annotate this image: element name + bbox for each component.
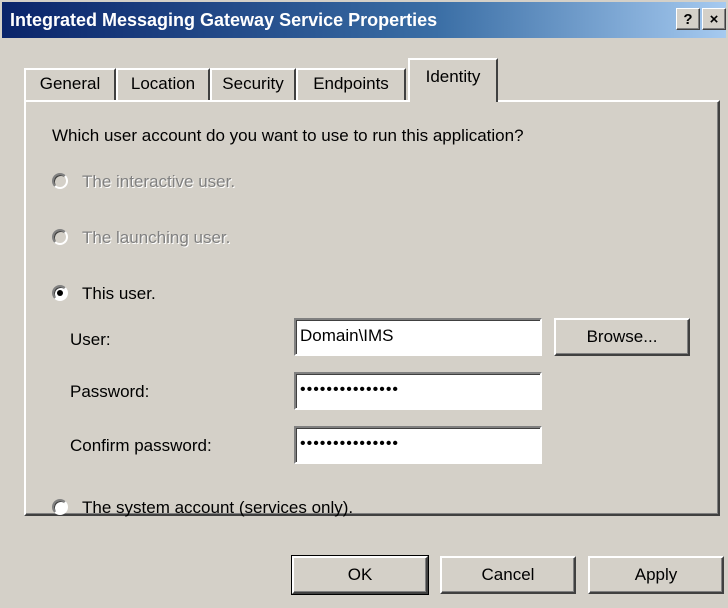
option-label: The launching user. <box>82 228 231 247</box>
apply-button[interactable]: Apply <box>588 556 724 594</box>
password-input[interactable]: ••••••••••••••• <box>294 372 542 410</box>
cancel-button[interactable]: Cancel <box>440 556 576 594</box>
browse-button[interactable]: Browse... <box>554 318 690 356</box>
properties-dialog: Integrated Messaging Gateway Service Pro… <box>0 0 728 608</box>
window-title: Integrated Messaging Gateway Service Pro… <box>10 10 438 30</box>
user-label: User: <box>70 330 111 349</box>
close-button[interactable]: × <box>702 8 726 30</box>
radio-button[interactable] <box>52 173 68 189</box>
radio-dot-icon <box>57 290 63 296</box>
tab-general[interactable]: General <box>24 68 116 100</box>
password-label: Password: <box>70 382 150 401</box>
account-question: Which user account do you want to use to… <box>52 126 524 145</box>
confirm-password-label: Confirm password: <box>70 436 212 455</box>
identity-panel: Which user account do you want to use to… <box>24 100 720 517</box>
tab-identity[interactable]: Identity <box>408 58 498 102</box>
confirm-password-input[interactable]: ••••••••••••••• <box>294 426 542 464</box>
radio-button[interactable] <box>52 229 68 245</box>
tab-location[interactable]: Location <box>116 68 210 100</box>
ok-button[interactable]: OK <box>291 555 429 595</box>
option-label: The interactive user. <box>82 172 236 191</box>
option-label: The system account (services only). <box>82 498 354 517</box>
tab-security[interactable]: Security <box>210 68 296 100</box>
title-bar[interactable]: Integrated Messaging Gateway Service Pro… <box>2 2 726 38</box>
user-input[interactable]: Domain\IMS <box>294 318 542 356</box>
tab-endpoints[interactable]: Endpoints <box>296 68 406 100</box>
option-label: This user. <box>82 284 156 303</box>
help-button[interactable]: ? <box>676 8 700 30</box>
radio-button-selected[interactable] <box>52 285 68 301</box>
radio-button[interactable] <box>52 499 68 515</box>
